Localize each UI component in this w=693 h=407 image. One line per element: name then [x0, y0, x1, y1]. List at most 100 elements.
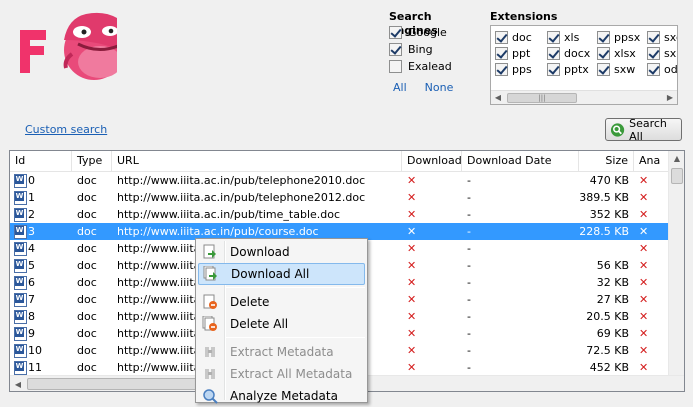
engine-exalead[interactable]: Exalead	[389, 58, 481, 75]
scroll-up-icon[interactable]: ▲	[670, 151, 684, 165]
menu-item-delete-all[interactable]: Delete All	[198, 313, 365, 335]
download-all-icon	[203, 265, 219, 282]
ext-xls[interactable]: xls	[547, 29, 597, 45]
cell-download-date: -	[467, 191, 471, 204]
ext-checkbox[interactable]	[647, 30, 660, 44]
col-download[interactable]: Download	[402, 151, 462, 172]
select-none-engines-link[interactable]: None	[425, 81, 454, 94]
ext-checkbox[interactable]	[495, 30, 508, 44]
vertical-scroll-thumb[interactable]	[671, 168, 683, 184]
row-id: 3	[28, 225, 35, 238]
cell-type: doc	[77, 191, 97, 204]
ext-docx[interactable]: docx	[547, 45, 597, 61]
cell-id: 9	[10, 325, 72, 342]
ext-checkbox[interactable]	[547, 62, 560, 76]
ext-checkbox[interactable]	[495, 46, 508, 60]
col-id[interactable]: Id	[10, 151, 72, 172]
ext-checkbox[interactable]	[547, 30, 560, 44]
extensions-scrollbar[interactable]: ◀ ||| ▶	[491, 90, 677, 104]
cell-download-date: -	[467, 327, 471, 340]
cell-type: doc	[77, 225, 97, 238]
analyze-metadata-icon	[202, 388, 218, 404]
word-document-icon	[14, 224, 27, 239]
ext-sxw[interactable]: sxw	[597, 61, 647, 77]
extract-metadata-icon	[202, 344, 218, 360]
row-id: 11	[28, 361, 42, 374]
ext-pps[interactable]: pps	[495, 61, 547, 77]
cell-analyzed: ✕	[634, 257, 670, 274]
cell-type: doc	[77, 310, 97, 323]
cell-size: 32 KB	[596, 276, 629, 289]
extensions-group: Extensions doc xls ppsx sxc ppt docx xls…	[490, 10, 680, 105]
col-size[interactable]: Size	[579, 151, 634, 172]
extensions-scroll-thumb[interactable]: |||	[507, 93, 577, 103]
not-analyzed-icon: ✕	[639, 225, 649, 238]
cell-id: 5	[10, 257, 72, 274]
col-url[interactable]: URL	[112, 151, 402, 172]
menu-item-download-all[interactable]: Download All	[198, 263, 365, 285]
search-all-button[interactable]: Search All	[605, 117, 682, 143]
table-row[interactable]: 1 doc http://www.iiita.ac.in/pub/telephone…	[10, 189, 670, 206]
table-row[interactable]: 0 doc http://www.iiita.ac.in/pub/telephone…	[10, 172, 670, 189]
col-download-date[interactable]: Download Date	[462, 151, 579, 172]
cell-download-date: -	[467, 208, 471, 221]
table-row[interactable]: 2 doc http://www.iiita.ac.in/pub/time_tabl…	[10, 206, 670, 223]
ext-label: docx	[564, 46, 591, 60]
cell-url: http://www.iiita.ac.in/pub/telephone2010…	[117, 174, 366, 187]
not-downloaded-icon: ✕	[407, 310, 417, 323]
word-document-icon	[14, 326, 27, 341]
cell-id: 6	[10, 274, 72, 291]
ext-ppsx[interactable]: ppsx	[597, 29, 647, 45]
menu-label: Delete	[230, 295, 270, 309]
menu-item-delete[interactable]: Delete	[198, 291, 365, 313]
ext-sxc[interactable]: sxc	[647, 29, 677, 45]
ext-checkbox[interactable]	[597, 62, 610, 76]
menu-item-download[interactable]: Download	[198, 241, 365, 263]
menu-item-extract-all-metadata[interactable]: Extract All Metadata	[198, 363, 365, 385]
ext-checkbox[interactable]	[547, 46, 560, 60]
scroll-left-icon[interactable]: ◀	[11, 377, 25, 391]
cell-download: ✕	[402, 223, 462, 240]
ext-checkbox[interactable]	[647, 62, 660, 76]
google-checkbox[interactable]	[389, 26, 402, 39]
row-id: 4	[28, 242, 35, 255]
search-icon	[610, 122, 625, 137]
cell-size: 72.5 KB	[586, 344, 629, 357]
menu-label: Download	[230, 245, 290, 259]
menu-item-analyze-metadata[interactable]: Analyze Metadata	[198, 385, 365, 407]
scroll-left-icon[interactable]: ◀	[491, 91, 505, 105]
cell-type: doc	[77, 208, 97, 221]
ext-sxi[interactable]: sxi	[647, 45, 677, 61]
extensions-title: Extensions	[490, 10, 558, 23]
cell-download: ✕	[402, 274, 462, 291]
table-vertical-scrollbar[interactable]: ▲	[668, 151, 684, 377]
bing-checkbox[interactable]	[389, 43, 402, 56]
ext-checkbox[interactable]	[495, 62, 508, 76]
custom-search-link[interactable]: Custom search	[25, 123, 107, 136]
cell-analyzed: ✕	[634, 240, 670, 257]
cell-download-date: -	[467, 276, 471, 289]
cell-download-date: -	[467, 174, 471, 187]
ext-xlsx[interactable]: xlsx	[597, 45, 647, 61]
exalead-checkbox[interactable]	[389, 60, 402, 73]
menu-item-extract-metadata[interactable]: Extract Metadata	[198, 341, 365, 363]
col-type[interactable]: Type	[72, 151, 112, 172]
not-downloaded-icon: ✕	[407, 191, 417, 204]
ext-doc[interactable]: doc	[495, 29, 547, 45]
cell-url: http://www.iiita.ac.in/pub/telephone2012…	[117, 191, 366, 204]
engine-bing[interactable]: Bing	[389, 41, 481, 58]
cell-download: ✕	[402, 342, 462, 359]
cell-size: 69 KB	[596, 327, 629, 340]
ext-checkbox[interactable]	[647, 46, 660, 60]
ext-pptx[interactable]: pptx	[547, 61, 597, 77]
select-all-engines-link[interactable]: All	[393, 81, 407, 94]
ext-label: pptx	[564, 62, 589, 76]
ext-ppt[interactable]: ppt	[495, 45, 547, 61]
ext-odt[interactable]: odt	[647, 61, 677, 77]
ext-checkbox[interactable]	[597, 46, 610, 60]
row-id: 10	[28, 344, 42, 357]
col-analyzed[interactable]: Ana	[634, 151, 670, 172]
not-downloaded-icon: ✕	[407, 174, 417, 187]
ext-checkbox[interactable]	[597, 30, 610, 44]
scroll-right-icon[interactable]: ▶	[663, 91, 677, 105]
